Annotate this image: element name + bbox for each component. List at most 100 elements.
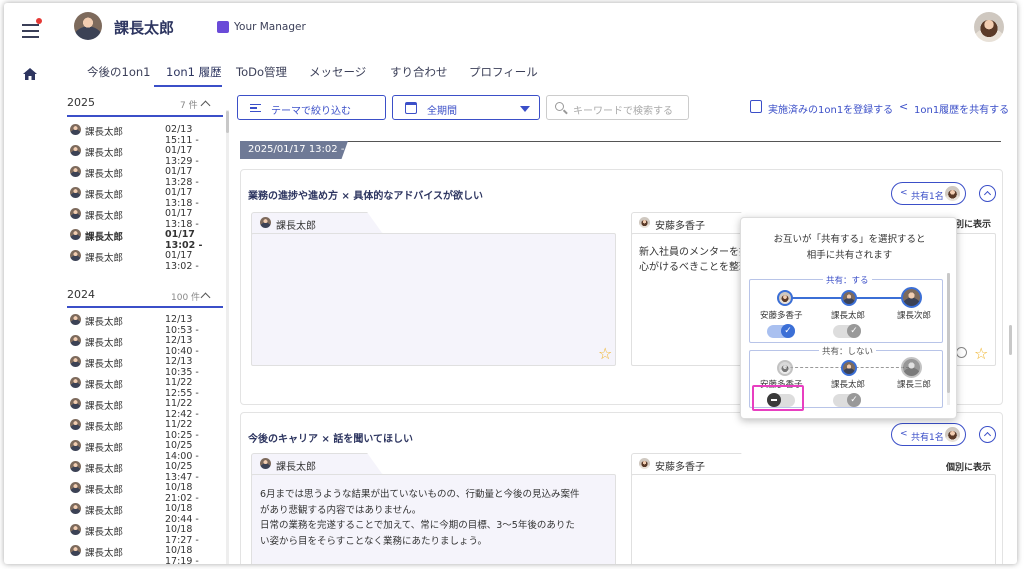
sidebar-session-item[interactable]: 課長太郎 10/18 17:19 - (70, 540, 222, 564)
sidebar-session-item[interactable]: 課長太郎 01/17 13:28 - (70, 161, 222, 188)
collapse-2024-icon[interactable] (200, 292, 211, 303)
star-icon[interactable]: ☆ (598, 344, 612, 363)
sidebar-session-item[interactable]: 課長太郎 12/13 10:53 - (70, 309, 222, 336)
avatar (70, 461, 81, 472)
period-label: 全期間 (427, 106, 457, 117)
left-author-name: 課長太郎 (276, 221, 316, 232)
person-avatar (777, 360, 793, 376)
person-avatar (901, 357, 922, 378)
sidebar-session-item[interactable]: 課長太郎 01/17 13:29 - (70, 140, 222, 167)
sidebar-session-item[interactable]: 課長太郎 12/13 10:35 - (70, 351, 222, 378)
session-owner: 課長太郎 (85, 359, 124, 370)
session-date: 10/18 17:19 - (165, 545, 199, 564)
sidebar-session-item[interactable]: 課長太郎 01/17 13:18 - (70, 203, 222, 230)
app-window: 課長太郎 Your Manager 今後の1on1 1on1 履歴 ToDo管理… (4, 3, 1017, 564)
shared-avatar (945, 186, 960, 201)
sidebar-session-item[interactable]: 課長太郎 01/17 13:02 - (70, 224, 222, 251)
sidebar-scroll-thumb[interactable] (226, 111, 229, 133)
user-name: 課長太郎 (114, 19, 175, 37)
session-owner: 課長太郎 (85, 148, 124, 159)
avatar (70, 335, 81, 346)
sidebar-session-item[interactable]: 課長太郎 10/25 13:47 - (70, 456, 222, 483)
person-name: 課長太郎 (831, 380, 866, 390)
avatar (70, 398, 81, 409)
sidebar-session-item[interactable]: 課長太郎 10/18 20:44 - (70, 498, 222, 525)
share-count-button[interactable]: < 共有1名 (891, 423, 966, 446)
tab-alignment[interactable]: すり合わせ (390, 64, 448, 80)
avatar (260, 217, 271, 228)
home-icon[interactable] (23, 65, 37, 80)
check-icon: ✓ (847, 393, 861, 407)
share-count-button[interactable]: < 共有1名 (891, 182, 966, 205)
member-note-pane[interactable] (631, 474, 996, 564)
avatar (70, 314, 81, 325)
share-toggle-on[interactable]: ✓ (767, 324, 795, 338)
avatar (70, 545, 81, 556)
session-owner: 課長太郎 (85, 422, 124, 433)
chevron-down-icon (520, 106, 530, 112)
sidebar-scrollbar[interactable] (226, 110, 229, 564)
person-name: 安藤多香子 (760, 311, 803, 321)
sidebar-session-item[interactable]: 課長太郎 10/18 21:02 - (70, 477, 222, 504)
sidebar-session-item[interactable]: 課長太郎 11/22 12:42 - (70, 393, 222, 420)
keyword-search-input[interactable]: キーワードで検索する (546, 95, 689, 120)
right-author-name: 安藤多香子 (655, 221, 705, 232)
session-owner: 課長太郎 (85, 211, 124, 222)
profile-avatar[interactable] (974, 12, 1004, 42)
filter-theme-button[interactable]: テーマで絞り込む (237, 95, 386, 120)
share-toggle-disabled: ✓ (833, 324, 861, 338)
share-count-label: 共有1名 (911, 192, 944, 202)
sidebar-session-item[interactable]: 課長太郎 01/17 13:18 - (70, 182, 222, 209)
session-owner: 課長太郎 (85, 401, 124, 412)
sidebar-session-item[interactable]: 課長太郎 11/22 10:25 - (70, 414, 222, 441)
show-individually-link[interactable]: 個別に表示 (946, 460, 991, 473)
tab-upcoming[interactable]: 今後の1on1 (87, 64, 150, 80)
period-select[interactable]: 全期間 (392, 95, 540, 120)
person-avatar (841, 290, 857, 306)
sidebar-session-item[interactable]: 課長太郎 11/22 12:55 - (70, 372, 222, 399)
active-tab-indicator (154, 85, 222, 87)
info-icon[interactable] (956, 347, 967, 358)
sidebar-session-item[interactable]: 課長太郎 10/18 17:27 - (70, 519, 222, 546)
avatar (70, 524, 81, 535)
share-history-button[interactable]: 1on1履歴を共有する (914, 101, 1009, 116)
sidebar-session-item[interactable]: 課長太郎 01/17 13:02 - (70, 245, 222, 272)
session-owner: 課長太郎 (85, 338, 124, 349)
avatar (70, 503, 81, 514)
tab-messages[interactable]: メッセージ (309, 64, 366, 80)
session-datetime: 2025/01/17 13:02 - (248, 144, 345, 155)
right-author-name: 安藤多香子 (655, 462, 705, 473)
check-icon: ✓ (781, 324, 795, 338)
avatar[interactable] (74, 12, 102, 40)
collapse-2025-icon[interactable] (200, 100, 211, 111)
session-owner: 課長太郎 (85, 548, 124, 559)
tooltip-message: お互いが「共有する」を選択すると 相手に共有されます (773, 234, 926, 261)
register-icon (750, 100, 762, 113)
collapse-card-button[interactable] (979, 185, 996, 202)
collapse-card-button[interactable] (979, 426, 996, 443)
main-scroll-thumb[interactable] (1009, 325, 1012, 355)
register-completed-button[interactable]: 実施済みの1on1を登録する (768, 101, 893, 116)
topic-title: 今後のキャリア × 話を聞いてほしい (248, 434, 414, 445)
share-icon: < (900, 188, 908, 198)
tab-history[interactable]: 1on1 履歴 (166, 64, 222, 80)
avatar (70, 440, 81, 451)
person-name: 課長太郎 (831, 311, 866, 321)
session-owner: 課長太郎 (85, 169, 124, 180)
avatar (70, 208, 81, 219)
year-2024: 2024 (67, 288, 95, 301)
divider (67, 115, 223, 117)
session-owner: 課長太郎 (85, 232, 124, 243)
tab-todo[interactable]: ToDo管理 (236, 64, 287, 80)
filter-theme-label: テーマで絞り込む (271, 106, 351, 117)
sidebar-session-item[interactable]: 課長太郎 10/25 14:00 - (70, 435, 222, 462)
tooltip-scroll-thumb[interactable] (947, 273, 950, 393)
tab-profile[interactable]: プロフィール (469, 64, 538, 80)
sidebar-session-item[interactable]: 課長太郎 12/13 10:40 - (70, 330, 222, 357)
sidebar-session-item[interactable]: 課長太郎 02/13 15:11 - (70, 119, 222, 146)
avatar (70, 482, 81, 493)
star-icon[interactable]: ☆ (974, 344, 988, 363)
share-toggle-disabled: ✓ (833, 393, 861, 407)
session-owner: 課長太郎 (85, 127, 124, 138)
manager-note-pane[interactable] (251, 233, 616, 366)
